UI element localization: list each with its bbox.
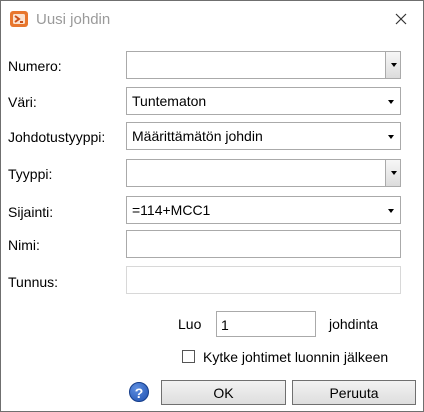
close-icon [395, 12, 407, 28]
create-count-value: 1 [221, 317, 229, 333]
nimi-input[interactable] [126, 230, 401, 258]
cancel-button[interactable]: Peruuta [292, 380, 416, 405]
title-bar: Uusi johdin [1, 1, 423, 37]
tyyppi-combobox[interactable] [126, 159, 401, 187]
create-count-input[interactable]: 1 [216, 311, 316, 337]
app-icon [9, 9, 29, 29]
tunnus-label: Tunnus: [8, 274, 59, 290]
vari-select[interactable]: Tuntematon [126, 87, 401, 115]
chevron-down-icon [391, 63, 397, 67]
help-icon: ? [134, 385, 144, 401]
sijainti-select[interactable]: =114+MCC1 [126, 196, 401, 224]
cancel-button-label: Peruuta [329, 384, 379, 401]
numero-combobox[interactable] [126, 51, 401, 79]
ok-button-label: OK [213, 384, 234, 401]
johdotustyyppi-value: Määrittämätön johdin [132, 128, 263, 144]
chevron-down-icon [388, 100, 394, 104]
tyyppi-label: Tyyppi: [8, 166, 53, 182]
sijainti-label: Sijainti: [8, 204, 54, 220]
tunnus-input [126, 266, 401, 294]
create-suffix-label: johdinta [329, 316, 379, 332]
create-prefix-label: Luo [178, 316, 202, 332]
johdotustyyppi-select[interactable]: Määrittämätön johdin [126, 122, 401, 150]
dialog-window: Uusi johdin Numero: Väri: Tuntematon Joh… [0, 0, 424, 412]
chevron-down-icon [391, 171, 397, 175]
ok-button[interactable]: OK [161, 380, 286, 405]
help-button[interactable]: ? [129, 382, 149, 402]
chevron-down-icon [388, 209, 394, 213]
numero-dropdown-button[interactable] [385, 52, 400, 78]
sijainti-value: =114+MCC1 [132, 202, 211, 218]
nimi-label: Nimi: [8, 237, 40, 253]
chevron-down-icon [388, 135, 394, 139]
vari-label: Väri: [8, 94, 37, 110]
connect-wires-label[interactable]: Kytke johtimet luonnin jälkeen [203, 349, 388, 365]
window-title: Uusi johdin [36, 11, 111, 28]
close-button[interactable] [389, 9, 413, 31]
vari-value: Tuntematon [132, 93, 207, 109]
numero-label: Numero: [8, 58, 62, 74]
johdotustyyppi-label: Johdotustyyppi: [8, 129, 106, 145]
tyyppi-dropdown-button[interactable] [385, 160, 400, 186]
connect-wires-checkbox[interactable] [182, 350, 195, 363]
